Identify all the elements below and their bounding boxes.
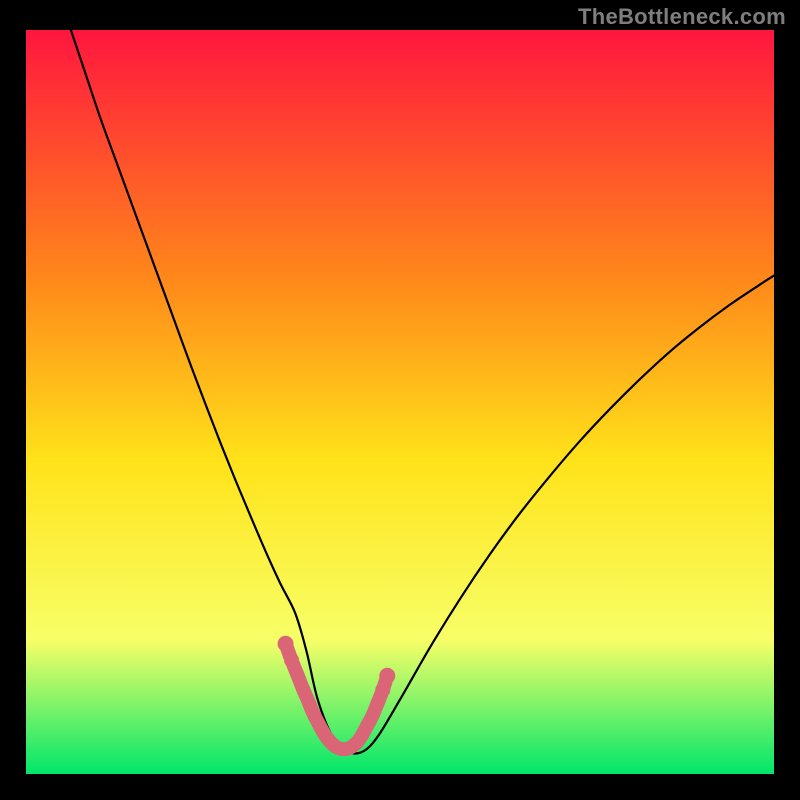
watermark-text: TheBottleneck.com (578, 4, 786, 30)
highlight-dot (379, 668, 395, 684)
highlight-dot (284, 653, 299, 668)
bottleneck-chart (26, 30, 774, 774)
highlight-dot (366, 709, 379, 722)
gradient-background (26, 30, 774, 774)
highlight-dot (278, 636, 294, 652)
chart-frame: TheBottleneck.com (0, 0, 800, 800)
highlight-dot (291, 668, 305, 682)
highlight-dot (375, 682, 390, 697)
plot-area (26, 30, 774, 774)
highlight-dot (296, 682, 309, 695)
highlight-dot (371, 696, 385, 710)
